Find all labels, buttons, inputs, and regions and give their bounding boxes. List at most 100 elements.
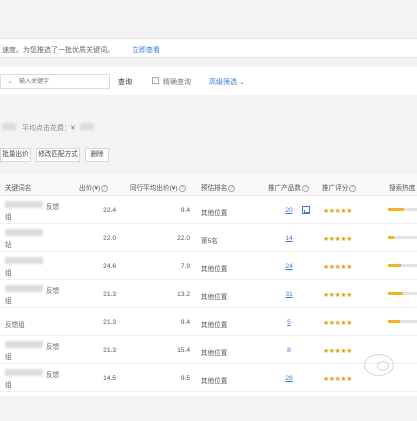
heat-bar xyxy=(388,208,417,211)
redacted-value xyxy=(80,123,94,130)
keyword-suffix-2: 组 xyxy=(5,270,12,277)
col-bid[interactable]: 出价(¥)? xyxy=(79,182,109,192)
bid-value[interactable]: 14.5 xyxy=(86,375,116,382)
peer-avg-value: 9.4 xyxy=(180,207,190,214)
keyword-suffix: 反馈 xyxy=(46,372,60,379)
search-bar: ⌄ 查询 精确查询 高级筛选 ⌄ xyxy=(0,67,417,95)
keyword-suffix-2: 组 xyxy=(5,382,12,389)
notice-link[interactable]: 立即查看 xyxy=(132,45,160,55)
col-rank[interactable]: 预估排名? xyxy=(201,182,236,192)
redacted-text xyxy=(2,123,16,130)
bulk-bid-button[interactable]: 批量出价 xyxy=(0,148,31,162)
heat-bar xyxy=(388,236,417,239)
bid-value[interactable]: 21.3 xyxy=(86,347,116,354)
help-icon[interactable]: ? xyxy=(301,184,309,192)
rank-value: 其他位置 xyxy=(201,378,228,385)
heat-bar-fill xyxy=(388,236,394,239)
redacted-keyword xyxy=(5,341,43,348)
product-count-link[interactable]: 14 xyxy=(279,235,299,242)
rank-value: 其他位置 xyxy=(201,350,228,357)
heat-bar-fill xyxy=(388,320,400,323)
help-icon[interactable]: ? xyxy=(228,184,236,192)
keyword-suffix-2: 组 xyxy=(5,354,12,361)
keyword-suffix-2: 组 xyxy=(5,298,12,305)
score-stars: ★★★★★ xyxy=(323,208,352,215)
wechat-watermark-icon xyxy=(364,354,394,376)
peer-avg-value: 13.2 xyxy=(177,291,190,298)
peer-avg-value: 9.4 xyxy=(180,319,190,326)
col-score[interactable]: 推广评分? xyxy=(322,182,357,192)
table-row: 反馈 组 21.3 13.2 其他位置 31 ★★★★★ xyxy=(0,280,417,308)
bid-value[interactable]: 21.3 xyxy=(86,291,116,298)
rank-value: 其他位置 xyxy=(201,294,228,301)
chevron-down-icon[interactable]: ⌄ xyxy=(7,77,13,85)
keyword-suffix-2: 钻 xyxy=(5,242,12,249)
heat-bar-fill xyxy=(388,292,403,295)
keyword-table: 关键词名 出价(¥)? 同行平均出价(¥)? 预估排名? 推广产品数? 推广评分… xyxy=(0,174,417,396)
col-peer-avg[interactable]: 同行平均出价(¥)? xyxy=(130,182,186,192)
rank-value: 其他位置 xyxy=(201,322,228,329)
redacted-keyword xyxy=(5,201,43,208)
keyword-suffix: 反馈 xyxy=(46,204,60,211)
redacted-keyword xyxy=(5,369,43,376)
advanced-filter-toggle[interactable]: 高级筛选 ⌄ xyxy=(209,77,245,87)
redacted-keyword xyxy=(5,285,43,292)
peer-avg-value: 22.0 xyxy=(177,235,190,242)
table-row: 反馈 组 22.4 9.4 其他位置 20 ★★★★★ xyxy=(0,196,417,224)
keyword-suffix-2: 组 xyxy=(5,214,12,221)
heat-bar xyxy=(388,292,417,295)
heat-bar-fill xyxy=(388,208,404,211)
exact-match-checkbox[interactable] xyxy=(152,77,159,84)
keyword-suffix: 反馈组 xyxy=(5,322,25,329)
peer-avg-value: 9.5 xyxy=(180,375,190,382)
col-keyword[interactable]: 关键词名 xyxy=(5,182,31,192)
keyword-suffix: 反馈 xyxy=(46,344,60,351)
heat-bar-fill xyxy=(388,264,402,267)
product-count-link[interactable]: 31 xyxy=(279,291,299,298)
keyword-search-input[interactable] xyxy=(19,76,107,87)
product-count-link[interactable]: 24 xyxy=(279,263,299,270)
score-stars: ★★★★★ xyxy=(323,236,352,243)
col-heat[interactable]: 搜索热度 xyxy=(389,182,415,192)
help-icon[interactable]: ? xyxy=(349,184,357,192)
notice-bar: 速度。为您推选了一批优质关键词。 立即查看 xyxy=(0,38,417,58)
peer-avg-value: 15.4 xyxy=(177,347,190,354)
help-icon[interactable]: ? xyxy=(178,184,186,192)
avg-click-cost: 平均点击花费：¥ xyxy=(0,120,120,132)
bid-value[interactable]: 22.0 xyxy=(86,235,116,242)
bid-value[interactable]: 22.4 xyxy=(86,207,116,214)
product-count-link[interactable]: 5 xyxy=(279,319,299,326)
bulk-actions: 批量出价 修改匹配方式 删除 xyxy=(0,145,417,165)
score-stars: ★★★★★ xyxy=(323,348,352,355)
bid-value[interactable]: 21.3 xyxy=(86,319,116,326)
product-count-link[interactable]: 8 xyxy=(279,347,299,354)
search-button[interactable]: 查询 xyxy=(118,77,132,87)
keyword-search-field[interactable]: ⌄ xyxy=(0,74,110,89)
score-stars: ★★★★★ xyxy=(323,292,352,299)
keyword-suffix: 反馈 xyxy=(46,288,60,295)
help-icon[interactable]: ? xyxy=(101,184,109,192)
rank-value: 其他位置 xyxy=(201,266,228,273)
product-count-link[interactable]: 28 xyxy=(279,375,299,382)
notice-text: 速度。为您推选了一批优质关键词。 xyxy=(2,47,114,54)
heat-bar xyxy=(388,264,417,267)
heat-bar xyxy=(388,320,417,323)
delete-button[interactable]: 删除 xyxy=(85,148,109,162)
score-stars: ★★★★★ xyxy=(323,320,352,327)
table-row: 反馈 组 21.3 15.4 其他位置 8 ★★★★★ xyxy=(0,336,417,364)
avg-click-cost-label: 平均点击花费：¥ xyxy=(22,125,75,132)
table-row: 反馈 组 14.5 9.5 其他位置 28 ★★★★★ xyxy=(0,364,417,392)
rank-value: 其他位置 xyxy=(201,210,228,217)
col-products[interactable]: 推广产品数? xyxy=(268,182,309,192)
redacted-keyword xyxy=(5,229,43,236)
product-count-link[interactable]: 20 xyxy=(279,207,299,214)
exact-match-label: 精确查询 xyxy=(163,79,191,86)
table-row: 钻 22.0 22.0 第5名 14 ★★★★★ xyxy=(0,224,417,252)
rank-value: 第5名 xyxy=(201,238,218,245)
trend-chart-icon[interactable] xyxy=(302,206,310,214)
table-row: 反馈组 21.3 9.4 其他位置 5 ★★★★★ xyxy=(0,308,417,336)
bid-value[interactable]: 24.6 xyxy=(86,263,116,270)
table-header: 关键词名 出价(¥)? 同行平均出价(¥)? 预估排名? 推广产品数? 推广评分… xyxy=(0,174,417,196)
modify-match-button[interactable]: 修改匹配方式 xyxy=(36,148,80,162)
score-stars: ★★★★★ xyxy=(323,376,352,383)
